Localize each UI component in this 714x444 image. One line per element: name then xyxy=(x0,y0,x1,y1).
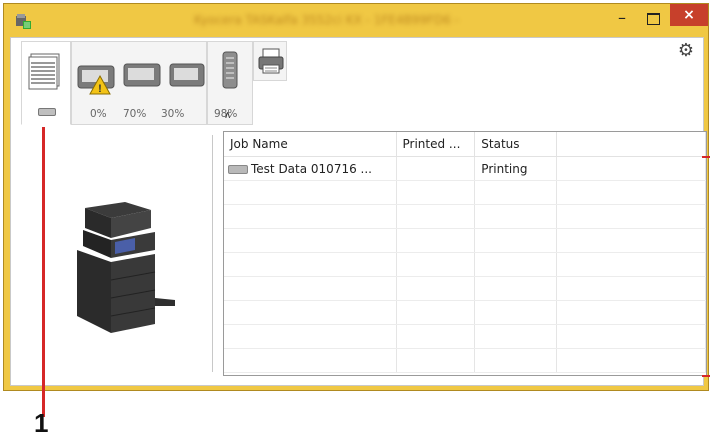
table-row xyxy=(224,324,706,349)
table-row xyxy=(224,348,706,373)
job-list[interactable]: Job Name Printed ... Status Test Data 01… xyxy=(223,131,707,376)
collapse-toolbar-icon[interactable]: ∧ xyxy=(224,110,231,121)
printer-icon xyxy=(258,48,284,74)
table-row xyxy=(224,180,706,205)
gear-icon[interactable]: ⚙ xyxy=(675,40,697,62)
svg-text:!: ! xyxy=(98,83,102,95)
job-status: Printing xyxy=(474,156,557,181)
table-row xyxy=(224,300,706,325)
waste-toner-box-icon xyxy=(222,51,238,89)
table-row xyxy=(224,228,706,253)
column-header-job-name[interactable]: Job Name xyxy=(224,132,397,157)
client-area: ! 0% 70% 30% 98% ∧ ⚙ Job Name Printed ..… xyxy=(10,37,707,386)
minimize-button[interactable]: – xyxy=(609,8,635,30)
table-row xyxy=(224,204,706,229)
callout-tick-top xyxy=(702,156,710,158)
print-job-icon xyxy=(228,164,248,174)
minimize-icon: – xyxy=(618,8,626,27)
documents-stack-icon xyxy=(28,53,60,90)
status-monitor-window: Kyocera TASKalfa 3552ci KX - 1FE4B99FD6 … xyxy=(3,3,709,391)
close-icon: × xyxy=(683,7,695,23)
job-printed xyxy=(396,156,476,181)
toner-level-2: 70% xyxy=(123,108,147,120)
column-header-empty[interactable] xyxy=(556,132,706,157)
job-list-header: Job Name Printed ... Status xyxy=(224,132,706,157)
tab-toner[interactable]: ! 0% 70% 30% xyxy=(71,41,207,125)
table-row xyxy=(224,276,706,301)
printer-device-image xyxy=(77,202,175,333)
toner-level-1: 0% xyxy=(90,108,107,120)
title-bar[interactable]: Kyocera TASKalfa 3552ci KX - 1FE4B99FD6 … xyxy=(4,4,708,37)
job-status-indicator xyxy=(38,108,56,116)
close-button[interactable]: × xyxy=(670,4,708,26)
window-title: Kyocera TASKalfa 3552ci KX - 1FE4B99FD6 … xyxy=(194,13,459,27)
column-header-status[interactable]: Status xyxy=(474,132,557,157)
table-row xyxy=(224,252,706,277)
maximize-icon xyxy=(647,13,660,25)
pane-divider[interactable] xyxy=(212,135,213,372)
callout-tick-bottom xyxy=(702,375,710,377)
tab-device[interactable] xyxy=(253,41,287,81)
status-toolbar: ! 0% 70% 30% 98% ∧ ⚙ xyxy=(11,38,703,128)
toner-level-3: 30% xyxy=(161,108,185,120)
tab-print-jobs[interactable] xyxy=(21,41,71,125)
maximize-button[interactable] xyxy=(640,8,666,30)
column-header-printed[interactable]: Printed ... xyxy=(396,132,476,157)
callout-line xyxy=(42,127,45,417)
job-name: Test Data 010716 ... xyxy=(251,161,372,176)
callout-label: 1 xyxy=(34,408,49,438)
app-icon xyxy=(16,14,31,29)
toner-cartridges-icon: ! xyxy=(77,63,205,95)
table-row[interactable]: Test Data 010716 ... Printing xyxy=(224,156,706,181)
